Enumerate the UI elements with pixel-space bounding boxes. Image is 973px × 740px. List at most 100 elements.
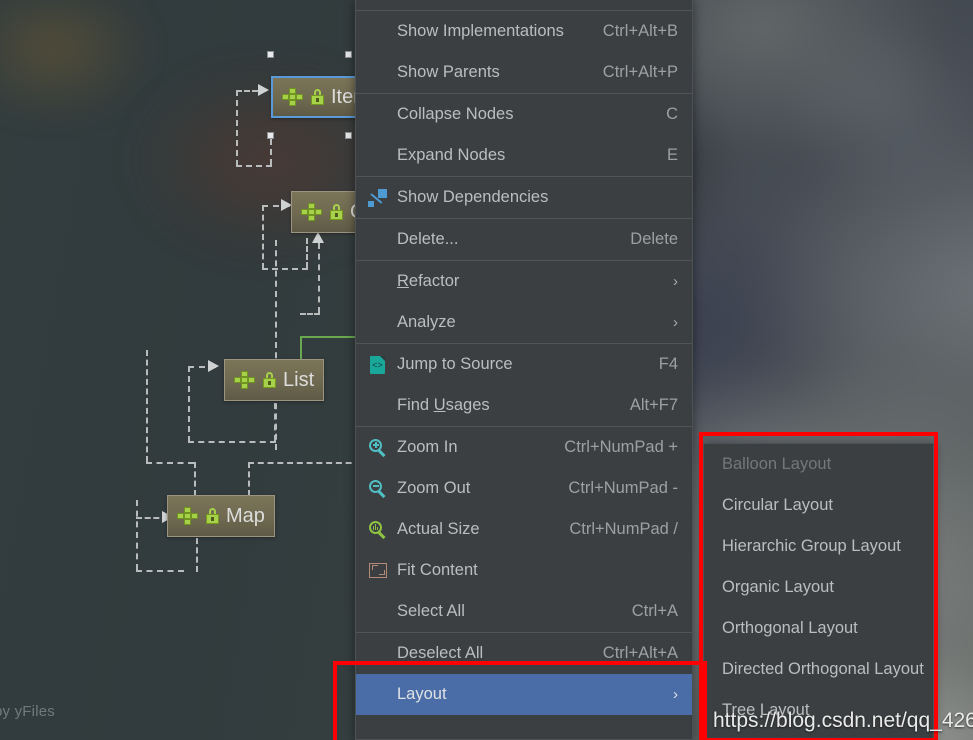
submenu-item-orthogonal-layout[interactable]: Orthogonal Layout xyxy=(704,608,933,649)
bean-icon xyxy=(301,203,323,221)
menu-item-label: Show Implementations xyxy=(397,22,564,40)
fit-content-icon xyxy=(368,561,388,581)
bean-icon xyxy=(177,507,199,525)
yfiles-credit-label: by yFiles xyxy=(0,703,55,720)
lock-icon xyxy=(311,89,324,105)
edge-arrow xyxy=(258,84,269,96)
menu-item-shortcut: E xyxy=(666,146,678,164)
actual-size-icon xyxy=(368,520,388,540)
menu-item-shortcut: Ctrl+Alt+B xyxy=(602,22,678,40)
layout-submenu[interactable]: Balloon Layout Circular Layout Hierarchi… xyxy=(703,443,934,740)
menu-item-label: Deselect All xyxy=(397,644,484,662)
submenu-item-circular-layout[interactable]: Circular Layout xyxy=(704,485,933,526)
menu-item-label: Zoom In xyxy=(397,438,458,456)
menu-item-label: Find Usages xyxy=(397,396,490,414)
chevron-right-icon: › xyxy=(673,686,678,703)
graph-node-label: Map xyxy=(226,504,265,527)
edge-segment xyxy=(196,538,198,572)
menu-item-zoom-in[interactable]: Zoom In Ctrl+NumPad + xyxy=(356,427,692,468)
edge-segment xyxy=(236,90,238,166)
submenu-item-balloon-layout[interactable]: Balloon Layout xyxy=(704,444,933,485)
edge-highlight-green xyxy=(300,336,302,360)
edge-segment xyxy=(188,441,276,443)
edge-segment xyxy=(136,570,184,572)
selection-handle[interactable] xyxy=(267,132,274,139)
menu-item-jump-to-source[interactable]: <> Jump to Source F4 xyxy=(356,344,692,385)
menu-item-shortcut: Ctrl+NumPad - xyxy=(568,479,678,497)
menu-item-shortcut: Ctrl+NumPad + xyxy=(564,438,678,456)
blog-watermark: https://blog.csdn.net/qq_42688959 xyxy=(713,709,973,732)
menu-item-fit-content[interactable]: Fit Content xyxy=(356,550,692,591)
edge-segment xyxy=(248,462,250,496)
menu-item-show-implementations[interactable]: Show Implementations Ctrl+Alt+B xyxy=(356,11,692,52)
edge-segment xyxy=(194,462,196,496)
menu-item-label: Zoom Out xyxy=(397,479,471,497)
edge-arrow-up xyxy=(312,232,324,243)
dependencies-icon xyxy=(368,188,388,208)
edge-segment xyxy=(262,205,264,269)
source-file-icon: <> xyxy=(368,355,388,375)
edge-segment xyxy=(146,462,194,464)
edge-segment xyxy=(236,165,272,167)
submenu-item-label: Organic Layout xyxy=(722,578,834,596)
selection-handle[interactable] xyxy=(267,51,274,58)
menu-item-label: Show Dependencies xyxy=(397,188,549,206)
menu-item-shortcut: Ctrl+Alt+P xyxy=(602,63,678,81)
menu-item-delete[interactable]: Delete... Delete xyxy=(356,219,692,260)
menu-item-label: Actual Size xyxy=(397,520,480,538)
menu-item-label: Fit Content xyxy=(397,561,478,579)
menu-item-actual-size[interactable]: Actual Size Ctrl+NumPad / xyxy=(356,509,692,550)
submenu-item-label: Orthogonal Layout xyxy=(722,619,858,637)
menu-item-select-all[interactable]: Select All Ctrl+A xyxy=(356,591,692,632)
menu-item-deselect-all[interactable]: Deselect All Ctrl+Alt+A xyxy=(356,633,692,674)
graph-node-map[interactable]: Map xyxy=(167,495,275,537)
edge-segment xyxy=(146,350,148,462)
menu-item-zoom-out[interactable]: Zoom Out Ctrl+NumPad - xyxy=(356,468,692,509)
menu-item-refactor[interactable]: Refactor › xyxy=(356,261,692,302)
submenu-item-hierarchic-group-layout[interactable]: Hierarchic Group Layout xyxy=(704,526,933,567)
submenu-item-label: Balloon Layout xyxy=(722,455,832,473)
menu-item-label: Collapse Nodes xyxy=(397,105,514,123)
menu-item-label: Delete... xyxy=(397,230,459,248)
selection-handle[interactable] xyxy=(345,132,352,139)
menu-item-label: Show Parents xyxy=(397,63,500,81)
menu-item-label: Refactor xyxy=(397,272,460,290)
graph-node-list[interactable]: List xyxy=(224,359,324,401)
bean-icon xyxy=(234,371,256,389)
submenu-item-label: Hierarchic Group Layout xyxy=(722,537,901,555)
menu-item-collapse-nodes[interactable]: Collapse Nodes C xyxy=(356,94,692,135)
zoom-in-icon xyxy=(368,438,388,458)
graph-node-label: List xyxy=(283,368,315,391)
edge-segment xyxy=(300,313,320,315)
menu-item-label: Layout xyxy=(397,685,447,703)
lock-icon xyxy=(263,372,276,388)
submenu-item-label: Directed Orthogonal Layout xyxy=(722,660,924,678)
graph-context-menu[interactable]: Show Implementations Ctrl+Alt+B Show Par… xyxy=(355,0,693,740)
edge-segment xyxy=(318,243,320,313)
edge-segment xyxy=(262,268,308,270)
lock-icon xyxy=(330,204,343,220)
menu-item-shortcut: Ctrl+A xyxy=(631,602,678,620)
menu-item-show-parents[interactable]: Show Parents Ctrl+Alt+P xyxy=(356,52,692,93)
menu-item-layout[interactable]: Layout › xyxy=(356,674,692,715)
menu-item-shortcut: Delete xyxy=(630,230,678,248)
menu-item-shortcut: Ctrl+NumPad / xyxy=(569,520,678,538)
chevron-right-icon: › xyxy=(673,273,678,290)
selection-handle[interactable] xyxy=(345,51,352,58)
menu-item-label: Expand Nodes xyxy=(397,146,506,164)
menu-item-find-usages[interactable]: Find Usages Alt+F7 xyxy=(356,385,692,426)
menu-item-shortcut: Ctrl+Alt+A xyxy=(602,644,678,662)
edge-highlight-green xyxy=(300,336,356,338)
zoom-out-icon xyxy=(368,479,388,499)
submenu-item-organic-layout[interactable]: Organic Layout xyxy=(704,567,933,608)
menu-item-shortcut: Alt+F7 xyxy=(629,396,678,414)
submenu-item-directed-orthogonal-layout[interactable]: Directed Orthogonal Layout xyxy=(704,649,933,690)
menu-item-analyze[interactable]: Analyze › xyxy=(356,302,692,343)
menu-item-show-dependencies[interactable]: Show Dependencies xyxy=(356,177,692,218)
menu-item-expand-nodes[interactable]: Expand Nodes E xyxy=(356,135,692,176)
edge-segment xyxy=(188,366,190,442)
edge-segment xyxy=(275,240,277,450)
lock-icon xyxy=(206,508,219,524)
chevron-right-icon: › xyxy=(673,314,678,331)
edge-segment xyxy=(136,500,138,570)
